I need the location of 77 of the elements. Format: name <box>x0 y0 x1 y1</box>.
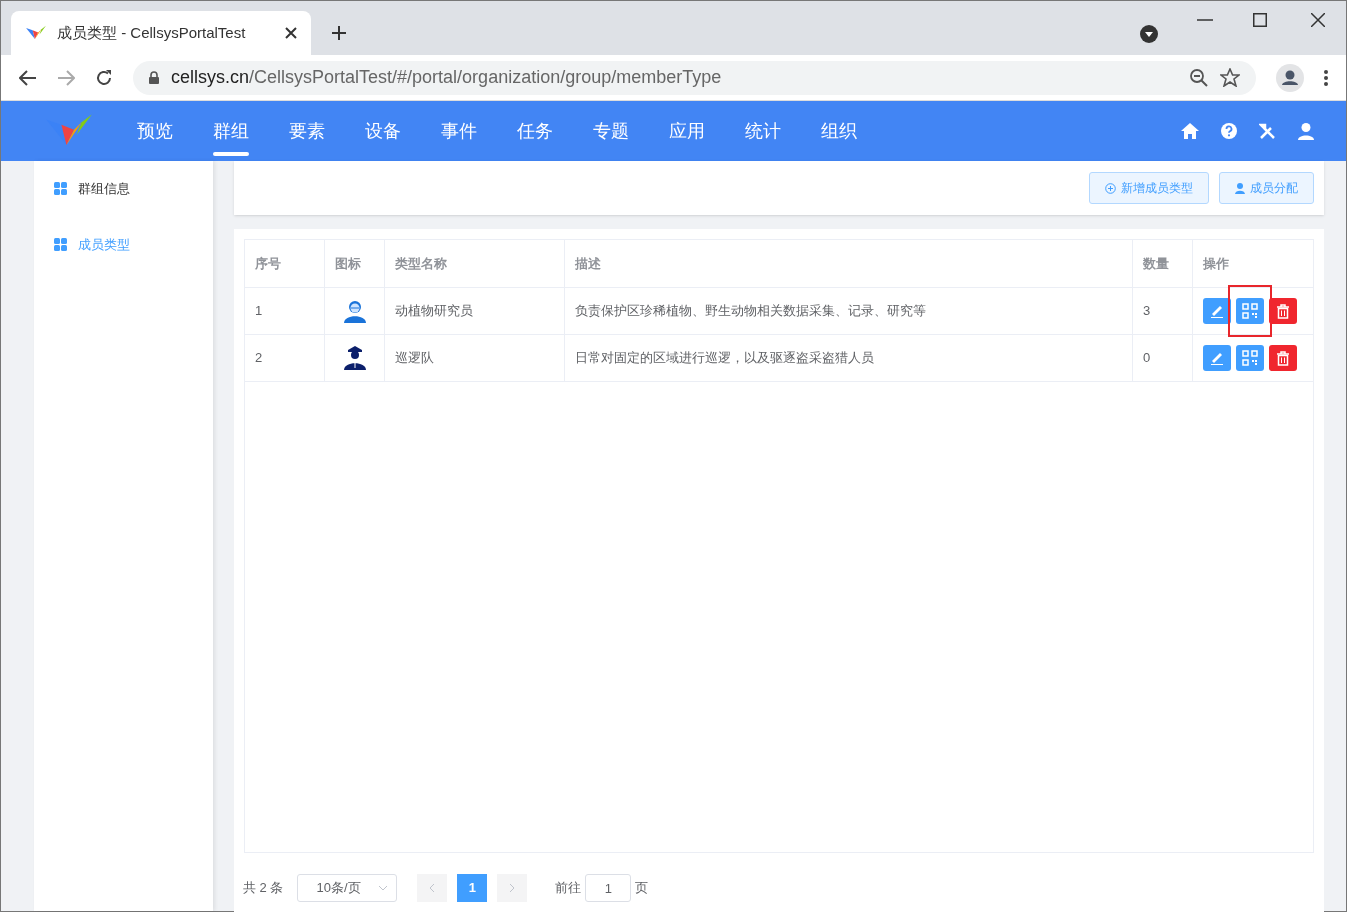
page-button[interactable]: 1 <box>457 874 488 902</box>
page-input[interactable]: 1 <box>585 874 632 902</box>
nav-tab[interactable]: 预览 <box>117 101 193 161</box>
nav-tab[interactable]: 事件 <box>421 101 497 161</box>
grid-icon <box>54 182 67 196</box>
tab-title: 成员类型 - CellsysPortalTest <box>57 22 247 43</box>
table-cell: 0 <box>1133 335 1193 381</box>
help-icon[interactable] <box>1221 123 1237 139</box>
edit-button[interactable] <box>1203 298 1231 324</box>
lock-icon <box>149 71 159 84</box>
url-text: cellsys.cn/CellsysPortalTest/#/portal/organization/group/memberType <box>171 66 723 89</box>
nav-tab[interactable]: 群组 <box>193 101 269 161</box>
close-window-icon[interactable] <box>1311 13 1325 27</box>
table-cell: 1 <box>245 288 325 334</box>
dropdown-icon[interactable] <box>1140 25 1158 43</box>
column-header: 图标 <box>325 240 385 287</box>
table-cell: 巡逻队 <box>385 335 565 381</box>
logo-icon <box>25 24 47 42</box>
column-header: 描述 <box>565 240 1133 287</box>
trash-icon <box>1276 303 1290 319</box>
qr-code-button[interactable] <box>1236 298 1264 324</box>
nav-tab[interactable]: 设备 <box>345 101 421 161</box>
user-icon <box>1235 182 1245 194</box>
home-icon[interactable] <box>1181 123 1199 139</box>
nav-tab[interactable]: 统计 <box>725 101 801 161</box>
nav-tab[interactable]: 专题 <box>573 101 649 161</box>
trash-icon <box>1276 350 1290 366</box>
nav-tab[interactable]: 要素 <box>269 101 345 161</box>
table-cell: 动植物研究员 <box>385 288 565 334</box>
active-indicator <box>213 152 249 156</box>
star-icon[interactable] <box>1220 68 1240 87</box>
pencil-icon <box>1210 304 1224 318</box>
pencil-icon <box>1210 351 1224 365</box>
grid-icon <box>54 237 67 251</box>
delete-button[interactable] <box>1269 298 1297 324</box>
table-cell: 3 <box>1133 288 1193 334</box>
user-icon[interactable] <box>1298 122 1314 140</box>
profile-icon[interactable] <box>1276 63 1304 92</box>
total-count: 共 2 条 <box>243 879 284 898</box>
person-icon <box>342 299 367 323</box>
forward-icon[interactable] <box>57 69 75 86</box>
sidebar-item[interactable]: 群组信息 <box>54 179 213 199</box>
close-icon[interactable] <box>285 27 297 39</box>
column-header: 类型名称 <box>385 240 565 287</box>
page-suffix: 页 <box>635 879 649 898</box>
maximize-icon[interactable] <box>1253 13 1267 27</box>
menu-icon[interactable] <box>1324 69 1328 86</box>
nav-tab[interactable]: 组织 <box>801 101 877 161</box>
column-header: 操作 <box>1202 254 1230 273</box>
address-bar[interactable]: cellsys.cn/CellsysPortalTest/#/portal/organization/group/memberType <box>133 60 1256 95</box>
officer-icon <box>343 346 366 370</box>
edit-button[interactable] <box>1203 345 1231 371</box>
plus-circle-icon <box>1105 182 1116 194</box>
qr-code-button[interactable] <box>1236 345 1264 371</box>
goto-label: 前往 <box>555 879 582 898</box>
browser-tab[interactable]: 成员类型 - CellsysPortalTest <box>11 11 311 55</box>
qr-code-icon <box>1242 350 1258 366</box>
new-tab-icon[interactable] <box>331 25 347 41</box>
reload-icon[interactable] <box>95 68 113 87</box>
column-header: 序号 <box>245 240 325 287</box>
zoom-out-icon[interactable] <box>1190 68 1208 87</box>
nav-tab[interactable]: 任务 <box>497 101 573 161</box>
chevron-left-icon <box>429 883 436 893</box>
table-cell: 日常对固定的区域进行巡逻，以及驱逐盗采盗猎人员 <box>565 335 1133 381</box>
chevron-right-icon <box>509 883 516 893</box>
sidebar-item[interactable]: 成员类型 <box>54 234 213 254</box>
page-size-select[interactable]: 10条/页 <box>297 874 398 902</box>
assign-button[interactable]: 成员分配 <box>1219 172 1314 204</box>
qr-code-icon <box>1242 303 1258 319</box>
column-header: 数量 <box>1133 240 1193 287</box>
table-cell: 负责保护区珍稀植物、野生动物相关数据采集、记录、研究等 <box>565 288 1133 334</box>
back-icon[interactable] <box>19 69 37 86</box>
add-button[interactable]: 新增成员类型 <box>1089 172 1209 204</box>
table-cell: 2 <box>245 335 325 381</box>
chevron-down-icon <box>378 885 389 891</box>
delete-button[interactable] <box>1269 345 1297 371</box>
nav-tab[interactable]: 应用 <box>649 101 725 161</box>
